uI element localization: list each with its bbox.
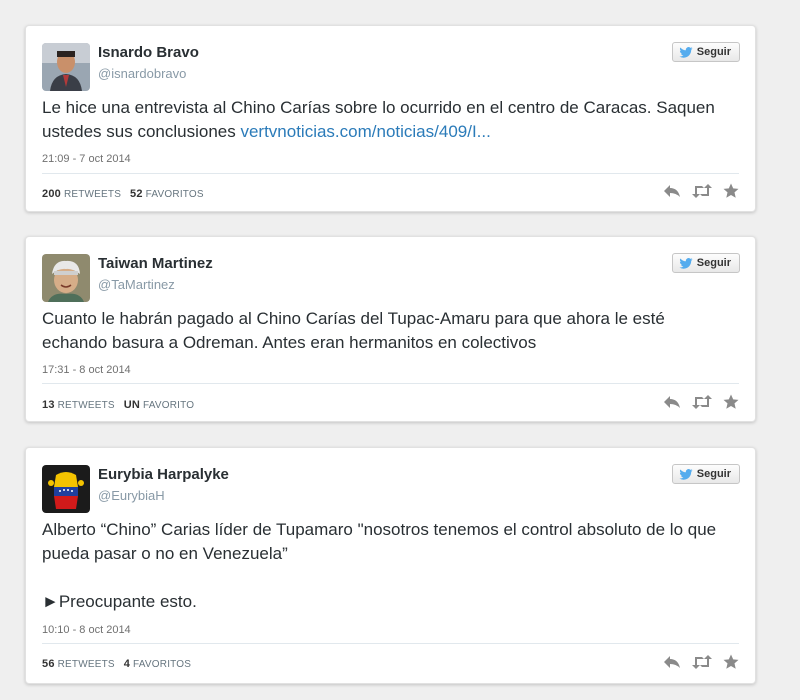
- retweet-icon[interactable]: [691, 183, 713, 199]
- retweet-label[interactable]: RETWEETS: [58, 659, 115, 670]
- follow-button[interactable]: Seguir: [671, 42, 740, 62]
- star-icon[interactable]: [723, 183, 739, 199]
- follow-button[interactable]: Seguir: [671, 253, 740, 273]
- tweet-text-body: Alberto “Chino” Carias líder de Tupamaro…: [42, 520, 717, 563]
- divider: [42, 383, 739, 384]
- tweet-stats: 13 RETWEETS UN FAVORITO: [42, 399, 194, 411]
- reply-icon[interactable]: [663, 654, 681, 670]
- divider: [42, 173, 739, 174]
- star-icon[interactable]: [723, 654, 739, 670]
- avatar[interactable]: [42, 43, 90, 91]
- avatar[interactable]: [42, 254, 90, 302]
- star-icon[interactable]: [723, 394, 739, 410]
- display-name[interactable]: Eurybia Harpalyke: [98, 466, 229, 483]
- display-name[interactable]: Isnardo Bravo: [98, 44, 199, 61]
- tweet-card: Eurybia Harpalyke @EurybiaH Seguir Alber…: [25, 447, 756, 684]
- tweet-text: Alberto “Chino” Carias líder de Tupamaro…: [42, 518, 733, 614]
- tweet-actions: [663, 183, 739, 199]
- favorite-label[interactable]: FAVORITOS: [133, 659, 191, 670]
- retweet-icon[interactable]: [691, 394, 713, 410]
- display-name[interactable]: Taiwan Martinez: [98, 255, 213, 272]
- favorite-count[interactable]: UN: [124, 399, 140, 411]
- favorite-count[interactable]: 52: [130, 188, 143, 200]
- tweet-text-body: ►Preocupante esto.: [42, 592, 197, 611]
- tweet-card: Isnardo Bravo @isnardobravo Seguir Le hi…: [25, 25, 756, 212]
- retweet-label[interactable]: RETWEETS: [58, 400, 115, 411]
- tweet-text-body: Cuanto le habrán pagado al Chino Carías …: [42, 309, 665, 352]
- favorite-label[interactable]: FAVORITOS: [146, 189, 204, 200]
- avatar[interactable]: [42, 465, 90, 513]
- tweet-actions: [663, 394, 739, 410]
- tweet-card: Taiwan Martinez @TaMartinez Seguir Cuant…: [25, 236, 756, 422]
- follow-label: Seguir: [696, 468, 731, 480]
- tweet-stats: 200 RETWEETS 52 FAVORITOS: [42, 188, 204, 200]
- username[interactable]: @TaMartinez: [98, 277, 175, 292]
- username[interactable]: @EurybiaH: [98, 488, 165, 503]
- twitter-bird-icon: [679, 46, 693, 58]
- favorite-label[interactable]: FAVORITO: [143, 400, 194, 411]
- follow-button[interactable]: Seguir: [671, 464, 740, 484]
- tweet-text: Le hice una entrevista al Chino Carías s…: [42, 96, 733, 144]
- timestamp[interactable]: 21:09 - 7 oct 2014: [42, 153, 131, 165]
- retweet-count[interactable]: 56: [42, 658, 55, 670]
- follow-label: Seguir: [696, 46, 731, 58]
- tweet-actions: [663, 654, 739, 670]
- retweet-count[interactable]: 200: [42, 188, 61, 200]
- retweet-label[interactable]: RETWEETS: [64, 189, 121, 200]
- twitter-bird-icon: [679, 257, 693, 269]
- reply-icon[interactable]: [663, 183, 681, 199]
- tweet-stats: 56 RETWEETS 4 FAVORITOS: [42, 658, 191, 670]
- twitter-bird-icon: [679, 468, 693, 480]
- retweet-count[interactable]: 13: [42, 399, 55, 411]
- divider: [42, 643, 739, 644]
- username[interactable]: @isnardobravo: [98, 66, 186, 81]
- timestamp[interactable]: 17:31 - 8 oct 2014: [42, 364, 131, 376]
- reply-icon[interactable]: [663, 394, 681, 410]
- favorite-count[interactable]: 4: [124, 658, 130, 670]
- retweet-icon[interactable]: [691, 654, 713, 670]
- tweet-link[interactable]: vertvnoticias.com/noticias/409/I...: [240, 122, 490, 141]
- tweet-text: Cuanto le habrán pagado al Chino Carías …: [42, 307, 733, 355]
- follow-label: Seguir: [696, 257, 731, 269]
- timestamp[interactable]: 10:10 - 8 oct 2014: [42, 624, 131, 636]
